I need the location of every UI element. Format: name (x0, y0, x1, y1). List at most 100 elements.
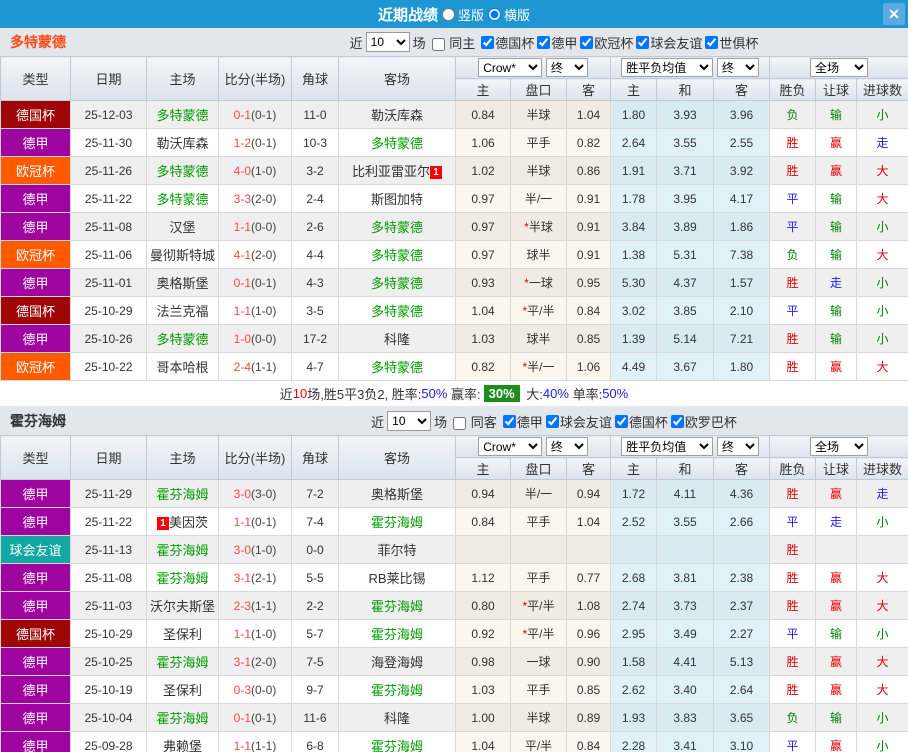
handicap-result-cell: 输 (815, 100, 858, 129)
league-filter-option[interactable]: 欧罗巴杯 (668, 412, 737, 431)
handicap-cell: 半球 (510, 100, 567, 129)
league-type-cell: 欧冠杯 (0, 352, 71, 381)
layout-vertical-option[interactable]: 竖版 (441, 5, 484, 24)
team-section: 多特蒙德 近 10 场 同主 德国杯 德甲 欧冠杯 球会友谊 世俱杯 类型 日期… (0, 28, 908, 407)
mean-time-select[interactable]: 终 (716, 437, 759, 456)
same-venue-option[interactable]: 同客 (450, 412, 497, 431)
result-cell: 胜 (769, 563, 817, 592)
goals-result-cell: 大 (856, 156, 908, 185)
mean-home-cell: 1.80 (610, 100, 657, 129)
team-section: 霍芬海姆 近 10 场 同客 德甲 球会友谊 德国杯 欧罗巴杯 类型 日期 主场… (0, 407, 908, 752)
handicap-result-cell (815, 535, 858, 564)
league-filter-option[interactable]: 欧冠杯 (577, 33, 633, 52)
mean-time-select[interactable]: 终 (716, 58, 759, 77)
same-venue-option[interactable]: 同主 (429, 33, 475, 52)
league-filter-checkbox[interactable] (636, 35, 650, 49)
league-filter-checkbox[interactable] (670, 414, 684, 428)
close-button[interactable]: ✕ (883, 3, 905, 25)
odds-home-cell: 0.80 (455, 591, 511, 620)
odds-home-cell: 0.97 (455, 240, 511, 269)
home-team-cell: 霍芬海姆 (146, 479, 219, 508)
date-cell: 25-11-22 (70, 507, 147, 536)
mean-away-cell (712, 535, 771, 564)
odds-away-cell: 1.04 (566, 507, 611, 536)
halftime-score: (0-0) (251, 331, 277, 346)
league-filter-option[interactable]: 德国杯 (612, 412, 668, 431)
match-count-select[interactable]: 10 (387, 411, 432, 431)
odds-away-cell: 0.84 (566, 296, 611, 325)
league-filter-checkbox[interactable] (705, 35, 719, 49)
league-filter-option[interactable]: 世俱杯 (702, 33, 758, 52)
league-filter-checkbox[interactable] (545, 414, 559, 428)
match-count-select[interactable]: 10 (365, 32, 410, 52)
odds-time-select[interactable]: 终 (545, 58, 588, 77)
same-venue-checkbox[interactable] (431, 37, 445, 51)
handicap-header: 盘口 (510, 457, 567, 480)
league-filter-checkbox[interactable] (614, 414, 628, 428)
away-team-name: 霍芬海姆 (370, 683, 423, 698)
odds-away-cell: 1.06 (566, 352, 611, 381)
horizontal-radio[interactable] (488, 7, 501, 21)
goals-result-cell: 小 (856, 703, 908, 732)
mean-select[interactable]: 胜平负均值 (621, 437, 714, 456)
away-team-name: 霍芬海姆 (370, 599, 423, 614)
odds-home-cell: 0.94 (455, 479, 511, 508)
date-cell: 25-10-29 (70, 296, 147, 325)
same-venue-checkbox[interactable] (453, 416, 467, 430)
odds-time-select[interactable]: 终 (545, 437, 588, 456)
odds-source-select[interactable]: Crow* (478, 58, 543, 77)
odds-source-select[interactable]: Crow* (478, 437, 543, 456)
odds-away-cell: 0.91 (566, 240, 611, 269)
league-filter-option[interactable]: 德甲 (500, 412, 543, 431)
scope-select[interactable]: 全场 (810, 437, 869, 456)
handicap-cell: *一球 (510, 268, 567, 297)
mean-draw-header: 和 (656, 457, 714, 480)
handicap-cell: 平手 (510, 128, 567, 157)
fulltime-score: 1-1 (233, 626, 251, 641)
date-cell: 25-12-03 (70, 100, 147, 129)
away-team-cell: 勒沃库森 (338, 100, 456, 129)
mean-select[interactable]: 胜平负均值 (621, 58, 714, 77)
summary-segment: 近 (279, 387, 293, 402)
date-cell: 25-11-13 (70, 535, 147, 564)
home-team-name: 奥格斯堡 (156, 276, 209, 291)
scope-select[interactable]: 全场 (810, 58, 869, 77)
league-filter-option[interactable]: 德国杯 (478, 33, 534, 52)
away-team-cell: 多特蒙德 (338, 352, 456, 381)
home-team-name: 多特蒙德 (156, 164, 209, 179)
goals-result-cell: 小 (856, 296, 908, 325)
near-label: 近 (349, 35, 363, 51)
halftime-score: (0-0) (251, 219, 277, 234)
mean-away-cell: 1.86 (712, 212, 771, 241)
league-filter-checkbox[interactable] (537, 35, 551, 49)
home-team-cell: 汉堡 (146, 212, 219, 241)
league-filter-label: 德甲 (516, 414, 543, 430)
goals-result-cell: 大 (856, 184, 908, 213)
league-filter-option[interactable]: 球会友谊 (543, 412, 612, 431)
league-filter-option[interactable]: 德甲 (534, 33, 577, 52)
away-team-cell: 科隆 (338, 324, 456, 353)
home-team-name: 霍芬海姆 (156, 543, 209, 558)
handicap-value: 半球 (528, 220, 553, 234)
layout-horizontal-option[interactable]: 横版 (488, 5, 530, 24)
handicap-result-cell: 输 (815, 296, 858, 325)
league-filter-checkbox[interactable] (580, 35, 594, 49)
score-cell: 1-0(0-0) (218, 324, 292, 353)
home-team-name: 霍芬海姆 (156, 571, 209, 586)
goals-result-cell: 大 (856, 352, 908, 381)
result-cell: 胜 (769, 324, 817, 353)
away-team-cell: 菲尔特 (338, 535, 456, 564)
winloss-header: 胜负 (769, 78, 817, 101)
league-filter-checkbox[interactable] (481, 35, 495, 49)
mean-draw-cell: 3.85 (656, 296, 714, 325)
vertical-radio[interactable] (441, 7, 455, 21)
league-filter-label: 欧罗巴杯 (684, 414, 737, 430)
odds-home-cell: 1.06 (455, 128, 511, 157)
mean-group-header: 胜平负均值 终 (609, 56, 771, 79)
league-filter-checkbox[interactable] (502, 414, 516, 428)
results-table: 类型 日期 主场 比分(半场) 角球 客场 Crow* 终 胜平负均值 终 全场… (0, 56, 908, 381)
home-team-cell: 霍芬海姆 (146, 703, 219, 732)
filter-controls: 近 10 场 同客 德甲 球会友谊 德国杯 欧罗巴杯 (200, 411, 908, 431)
league-filter-option[interactable]: 球会友谊 (633, 33, 702, 52)
away-team-cell: 奥格斯堡 (338, 479, 456, 508)
